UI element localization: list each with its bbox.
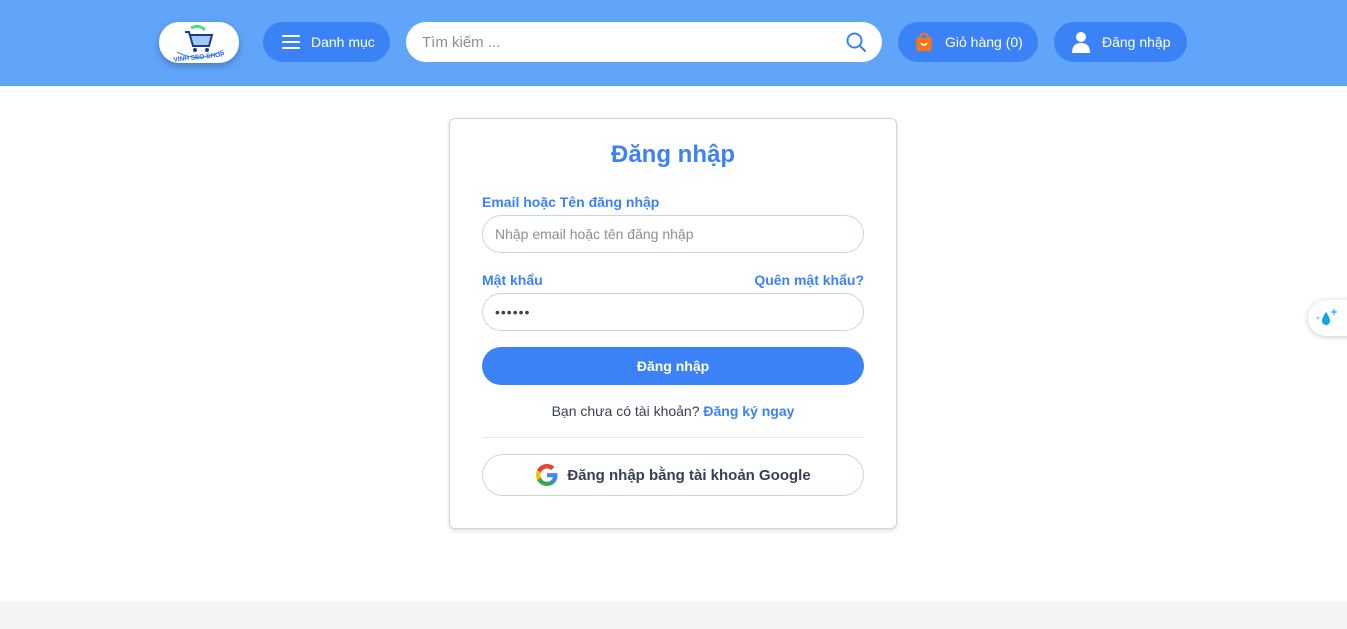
divider (482, 437, 864, 438)
header-login-button[interactable]: Đăng nhập (1054, 22, 1187, 62)
login-title: Đăng nhập (611, 141, 735, 168)
category-menu-label: Danh mục (311, 34, 375, 50)
shopping-bag-icon (913, 31, 935, 53)
cart-button[interactable]: Giỏ hàng (0) (898, 22, 1038, 62)
google-login-button[interactable]: Đăng nhập bằng tài khoản Google (482, 454, 864, 496)
footer-strip (0, 601, 1347, 629)
search-bar (406, 22, 882, 62)
google-icon (535, 463, 559, 487)
category-menu-button[interactable]: Danh mục (263, 22, 390, 62)
header-login-label: Đăng nhập (1102, 34, 1171, 50)
login-card: Đăng nhập Email hoặc Tên đăng nhập Mật k… (449, 118, 897, 529)
password-label: Mật khẩu (482, 272, 543, 288)
search-input[interactable] (422, 33, 842, 51)
shop-logo[interactable]: VINH SEO SHOP (159, 22, 239, 63)
email-field[interactable] (482, 215, 864, 253)
register-prompt-line: Bạn chưa có tài khoản? Đăng ký ngay (450, 403, 896, 419)
search-icon[interactable] (846, 32, 866, 52)
login-submit-button[interactable]: Đăng nhập (482, 347, 864, 385)
register-prompt: Bạn chưa có tài khoản? (551, 403, 700, 419)
menu-icon (282, 35, 300, 49)
logo-text: VINH SEO SHOP (173, 51, 225, 62)
shopping-cart-logo-icon: VINH SEO SHOP (173, 24, 226, 62)
water-drop-sparkle-icon (1316, 308, 1338, 325)
google-login-label: Đăng nhập bằng tài khoản Google (567, 466, 811, 484)
password-field[interactable] (482, 293, 864, 331)
side-floating-widget[interactable] (1308, 300, 1347, 336)
email-label: Email hoặc Tên đăng nhập (482, 194, 660, 210)
register-link[interactable]: Đăng ký ngay (703, 403, 794, 419)
forgot-password-link[interactable]: Quên mật khẩu? (754, 272, 864, 288)
cart-label: Giỏ hàng (0) (945, 34, 1023, 50)
top-navbar: VINH SEO SHOP Danh mục Giỏ hàng (0) (0, 0, 1347, 86)
user-icon (1072, 31, 1090, 53)
